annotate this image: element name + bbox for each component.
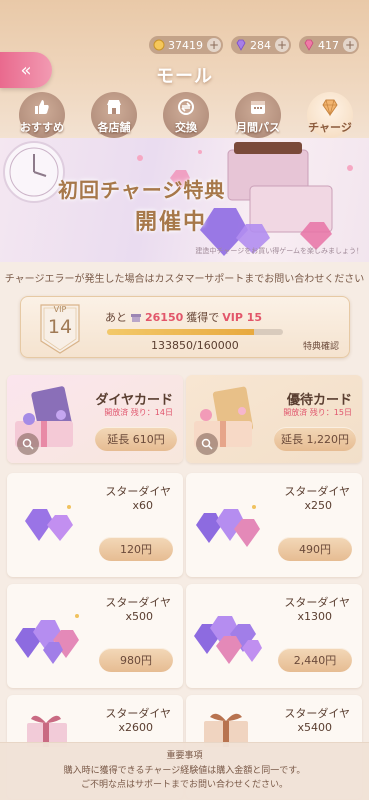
product-name: スターダイヤ <box>284 485 350 498</box>
add-diamond-button[interactable]: + <box>275 38 289 52</box>
footer-line: 購入時に獲得できるチャージ経験値は購入金額と同一です。 <box>63 766 306 776</box>
tab-label: おすすめ <box>20 121 64 134</box>
tab-exchange[interactable]: 交換 <box>154 92 218 138</box>
product-name: スターダイヤ <box>105 485 171 498</box>
product-card[interactable]: スターダイヤ x1300 2,440円 <box>186 584 362 688</box>
extend-button[interactable]: 延長 1,220円 <box>274 427 356 451</box>
product-qty: x1300 <box>297 610 332 623</box>
footer-line: ご不明な点はサポートまでお問い合わせください。 <box>80 780 288 790</box>
diamond-value: 284 <box>250 38 271 52</box>
product-name: スターダイヤ <box>284 707 350 720</box>
product-card[interactable]: スターダイヤ x500 980円 <box>7 584 183 688</box>
search-icon <box>201 438 213 450</box>
product-qty: x60 <box>132 499 153 512</box>
currency-bar: 37419 + 284 + 417 + <box>149 36 359 54</box>
search-icon <box>22 438 34 450</box>
gold-currency: 37419 + <box>149 36 223 54</box>
coin-icon <box>153 39 165 51</box>
gift-icon <box>131 314 141 322</box>
star-diamond-icon <box>304 39 314 51</box>
gold-value: 37419 <box>168 38 203 52</box>
buy-button[interactable]: 980円 <box>99 648 173 672</box>
diamond-card-product[interactable]: ダイヤカード 開放済 残り：14日 延長 610円 <box>7 375 183 463</box>
store-icon <box>107 100 121 114</box>
diamond-currency: 284 + <box>231 36 291 54</box>
tab-label: 各店舗 <box>97 121 131 134</box>
buy-button[interactable]: 490円 <box>278 537 352 561</box>
vip-progress-text: 133850/160000 <box>151 339 239 352</box>
tab-label: 交換 <box>175 121 197 134</box>
vip-remain-value: 26150 <box>145 310 184 324</box>
premium-card-product[interactable]: 優待カード 開放済 残り：15日 延長 1,220円 <box>186 375 362 463</box>
tab-label: チャージ <box>308 121 352 134</box>
vip-remain-mid: 獲得で <box>186 311 220 324</box>
banner-subtitle: 開催中 <box>135 210 208 235</box>
support-notice: チャージエラーが発生した場合はカスタマーサポートまでお問い合わせください <box>4 274 365 285</box>
tab-charge[interactable]: チャージ <box>298 92 362 138</box>
card-name: ダイヤカード <box>95 393 173 408</box>
product-qty: x2600 <box>118 721 153 734</box>
preview-button[interactable] <box>17 433 39 455</box>
star-diamond-icon <box>196 505 260 547</box>
tab-recommend[interactable]: おすすめ <box>10 92 74 138</box>
vip-level: 14 <box>47 316 73 338</box>
product-qty: x5400 <box>297 721 332 734</box>
banner-note: 建造中チャージをお買い得ゲームを楽しみましょう！ <box>195 247 363 255</box>
vip-label: VIP <box>53 305 67 314</box>
vip-next-level: VIP 15 <box>222 310 263 324</box>
vip-remaining-line: あと 26150 獲得で VIP 15 <box>105 309 262 325</box>
tab-monthly-pass[interactable]: 月間パス <box>226 92 290 138</box>
product-card[interactable]: スターダイヤ x250 490円 <box>186 473 362 577</box>
extend-button[interactable]: 延長 610円 <box>95 427 177 451</box>
buy-button[interactable]: 120円 <box>99 537 173 561</box>
card-name: 優待カード <box>286 393 352 408</box>
first-charge-banner[interactable]: 初回チャージ特典 開催中 建造中チャージをお買い得ゲームを楽しみましょう！ <box>0 138 369 262</box>
vip-progress-fill <box>107 329 255 335</box>
page-title: モール <box>156 66 213 87</box>
important-notice-footer: 重要事項 購入時に獲得できるチャージ経験値は購入金額と同一です。 ご不明な点はサ… <box>0 742 369 800</box>
banner-title: 初回チャージ特典 <box>58 178 226 202</box>
buy-button[interactable]: 2,440円 <box>278 648 352 672</box>
tab-label: 月間パス <box>236 121 280 134</box>
diamond-icon <box>236 39 246 51</box>
calendar-icon <box>251 101 265 114</box>
vip-panel: VIP 14 あと 26150 獲得で VIP 15 133850/160000… <box>20 296 350 358</box>
tab-stores[interactable]: 各店舗 <box>82 92 146 138</box>
star-diamond-icon <box>15 614 79 664</box>
product-name: スターダイヤ <box>105 707 171 720</box>
product-name: スターダイヤ <box>284 596 350 609</box>
star-diamond-icon <box>194 616 262 664</box>
star-diamond-value: 417 <box>318 38 339 52</box>
vip-remain-prefix: あと <box>105 311 127 324</box>
star-diamond-currency: 417 + <box>299 36 359 54</box>
card-status: 開放済 残り：14日 <box>104 408 173 417</box>
add-star-diamond-button[interactable]: + <box>343 38 357 52</box>
exchange-icon <box>178 99 194 115</box>
tab-bar: おすすめ 各店舗 交換 月間パス チャージ <box>10 92 362 138</box>
card-status: 開放済 残り：15日 <box>283 408 352 417</box>
preview-button[interactable] <box>196 433 218 455</box>
footer-title: 重要事項 <box>166 751 203 761</box>
product-name: スターダイヤ <box>105 596 171 609</box>
add-gold-button[interactable]: + <box>207 38 221 52</box>
header: 37419 + 284 + 417 + « モール おすすめ 各店舗 交換 月間… <box>0 0 369 140</box>
vip-progress-bar <box>107 329 283 335</box>
product-card[interactable]: スターダイヤ x60 120円 <box>7 473 183 577</box>
diamond-icon <box>322 99 338 117</box>
product-qty: x250 <box>304 499 332 512</box>
vip-benefits-link[interactable]: 特典確認 <box>303 339 339 352</box>
product-qty: x500 <box>125 610 153 623</box>
star-diamond-icon <box>25 505 73 541</box>
thumbs-up-icon <box>35 100 49 114</box>
